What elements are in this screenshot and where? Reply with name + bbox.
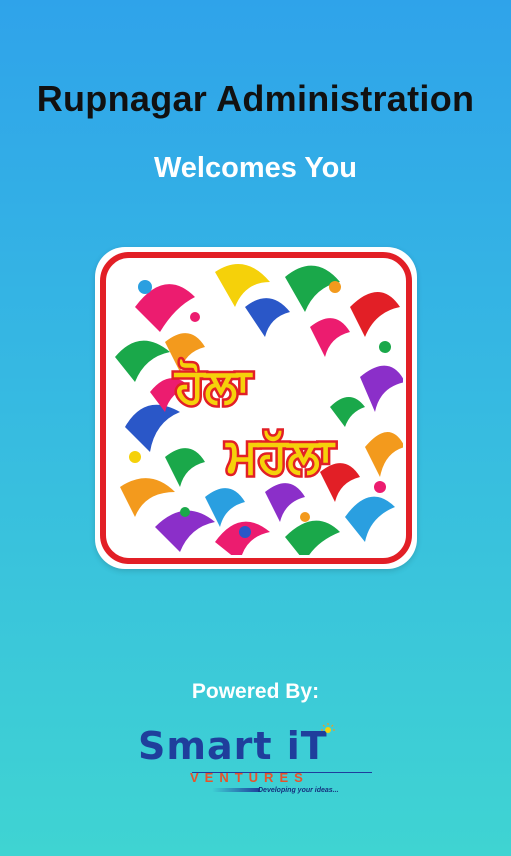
smart-it-ventures-logo: Smart iT VENTURES Developing your ideas.… [138,722,374,802]
logo-text-line2: ਮਹੱਲਾ [224,428,336,484]
powered-by-label: Powered By: [191,680,320,703]
logo-artwork: ਹੋਲਾ ਮਹੱਲਾ [100,252,412,564]
brand-subtitle: VENTURES [190,770,309,785]
lightbulb-icon [321,723,335,733]
app-title: Rupnagar Administration [36,78,475,119]
logo-text-line1: ਹੋਲਾ [173,358,253,414]
brand-tagline: Developing your ideas... [258,787,339,794]
brand-swoosh [212,788,260,792]
hola-mohalla-logo: ਹੋਲਾ ਮਹੱਲਾ [95,247,417,569]
splash-screen: Rupnagar Administration Welcomes You ਹੋਲ… [0,0,511,856]
brand-name: Smart iT [138,724,328,768]
welcome-subtitle: Welcomes You [153,152,358,184]
